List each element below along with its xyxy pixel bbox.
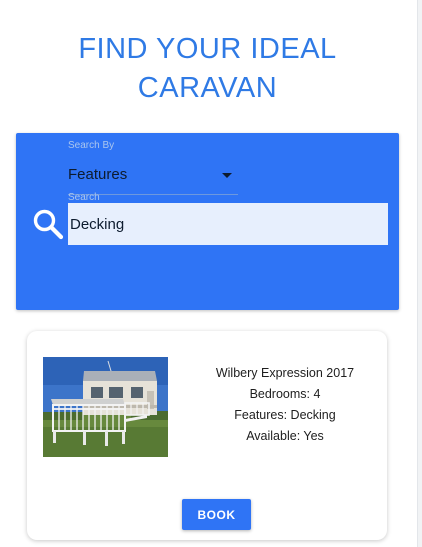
book-button[interactable]: BOOK	[182, 499, 251, 530]
search-by-select[interactable]: Features	[68, 159, 238, 195]
caravan-details: Wilbery Expression 2017 Bedrooms: 4 Feat…	[185, 363, 385, 447]
caravan-card: Wilbery Expression 2017 Bedrooms: 4 Feat…	[27, 331, 387, 540]
search-icon[interactable]	[32, 208, 64, 240]
search-input[interactable]	[68, 203, 388, 245]
search-by-value: Features	[68, 166, 128, 183]
caravan-photo	[43, 357, 168, 457]
search-by-label: Search By	[68, 140, 115, 151]
scrollbar-track[interactable]	[417, 0, 422, 547]
search-label: Search	[68, 192, 100, 203]
caravan-availability: Available: Yes	[246, 429, 324, 443]
caret-down-icon	[222, 173, 232, 178]
caravan-bedrooms: Bedrooms: 4	[249, 387, 321, 401]
caravan-features: Features: Decking	[234, 408, 336, 422]
caravan-name: Wilbery Expression 2017	[215, 366, 355, 380]
page-title: FIND YOUR IDEAL CARAVAN	[78, 33, 337, 104]
search-panel: Search By Features Search	[16, 133, 399, 310]
